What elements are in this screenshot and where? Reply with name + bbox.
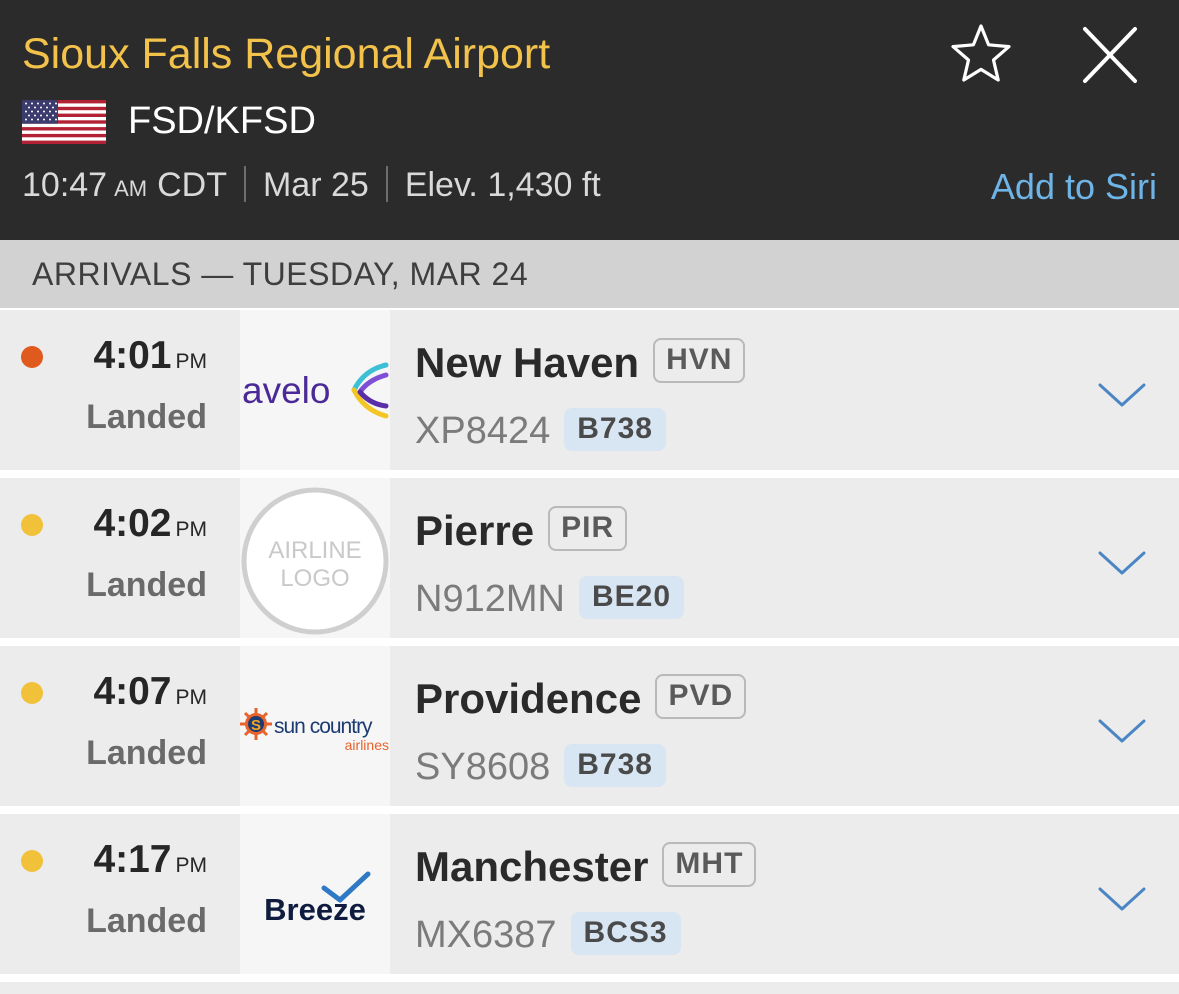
arrival-time: 4:01 PM — [93, 334, 207, 377]
divider — [385, 166, 388, 202]
airport-meta: 10:47 AM CDT Mar 25 Elev. 1,430 ft — [22, 166, 601, 205]
arrival-time: 4:02 PM — [93, 502, 207, 545]
arrival-status: Landed — [86, 734, 207, 772]
svg-text:AIRLINE: AIRLINE — [268, 537, 361, 564]
svg-text:airlines: airlines — [345, 737, 389, 753]
chevron-down-icon[interactable] — [1096, 380, 1148, 410]
svg-text:S: S — [251, 717, 261, 734]
aircraft-type-badge: BCS3 — [570, 912, 681, 955]
divider — [243, 166, 246, 202]
airline-logo: S sun country airlines — [240, 646, 390, 806]
svg-text:sun country: sun country — [274, 715, 373, 738]
airport-code-badge: PVD — [655, 674, 747, 719]
local-time: 10:47 — [22, 166, 108, 204]
origin-city: Pierre PIR — [415, 506, 628, 555]
arrival-status: Landed — [86, 398, 207, 436]
flight-number: XP8424 B738 — [415, 408, 666, 453]
origin-city: New Haven HVN — [415, 338, 746, 387]
flight-number: MX6387 BCS3 — [415, 912, 681, 957]
favorite-button[interactable] — [948, 22, 1014, 86]
origin-city: Manchester MHT — [415, 842, 757, 891]
flight-number: N912MN BE20 — [415, 576, 684, 621]
status-dot — [21, 514, 43, 536]
arrival-row[interactable]: 4:02 PM Landed AIRLINE LOGO Pierre PIR N91… — [0, 478, 1179, 638]
avelo-logo: avelo — [242, 362, 389, 419]
add-to-siri-link[interactable]: Add to Siri — [991, 166, 1157, 208]
svg-text:Breeze: Breeze — [264, 892, 366, 927]
airport-code-badge: PIR — [548, 506, 628, 551]
elevation: Elev. 1,430 ft — [404, 166, 601, 204]
status-dot — [21, 682, 43, 704]
airport-codes: FSD/KFSD — [128, 100, 316, 142]
timezone: CDT — [157, 166, 227, 204]
chevron-down-icon[interactable] — [1096, 884, 1148, 914]
sun-country-logo: S sun country airlines — [240, 708, 389, 753]
arrival-time: 4:07 PM — [93, 670, 207, 713]
airline-logo: Breeze — [240, 814, 390, 974]
airport-name: Sioux Falls Regional Airport — [22, 30, 551, 78]
airport-code-badge: HVN — [653, 338, 746, 383]
airport-code-badge: MHT — [662, 842, 757, 887]
us-flag-icon — [22, 100, 106, 144]
close-icon — [1083, 27, 1137, 83]
aircraft-type-badge: B738 — [564, 408, 666, 451]
arrival-status: Landed — [86, 902, 207, 940]
flight-number: SY8608 B738 — [415, 744, 666, 789]
chevron-down-icon[interactable] — [1096, 548, 1148, 578]
airline-logo: AIRLINE LOGO — [240, 478, 390, 638]
arrival-time: 4:17 PM — [93, 838, 207, 881]
generic-airline-logo: AIRLINE LOGO — [241, 487, 389, 635]
aircraft-type-badge: BE20 — [578, 576, 684, 619]
next-row-edge — [0, 982, 1179, 994]
star-icon — [951, 24, 1011, 82]
arrival-status: Landed — [86, 566, 207, 604]
origin-city: Providence PVD — [415, 674, 747, 723]
arrival-row[interactable]: 4:07 PM Landed S sun country airlines Pro… — [0, 646, 1179, 806]
status-dot — [21, 850, 43, 872]
breeze-logo: Breeze — [264, 871, 371, 927]
arrivals-section-header: ARRIVALS — TUESDAY, MAR 24 — [0, 240, 1179, 308]
airport-header: Sioux Falls Regional Airport FSD/KFSD 10… — [0, 0, 1179, 240]
aircraft-type-badge: B738 — [564, 744, 666, 787]
local-time-ampm: AM — [114, 176, 148, 201]
svg-text:LOGO: LOGO — [280, 565, 349, 592]
airline-logo: avelo — [240, 310, 390, 470]
arrival-row[interactable]: 4:17 PM Landed Breeze Manchester MHT MX638… — [0, 814, 1179, 974]
close-button[interactable] — [1080, 26, 1140, 84]
svg-text:avelo: avelo — [242, 370, 330, 411]
chevron-down-icon[interactable] — [1096, 716, 1148, 746]
local-date: Mar 25 — [262, 166, 369, 204]
section-title: ARRIVALS — TUESDAY, MAR 24 — [32, 256, 529, 292]
arrival-row[interactable]: 4:01 PM Landed avelo New Haven HVN XP8424 B… — [0, 310, 1179, 470]
status-dot — [21, 346, 43, 368]
